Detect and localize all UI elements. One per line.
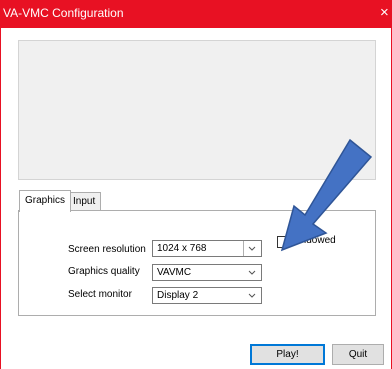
graphics-quality-label: Graphics quality	[68, 266, 140, 277]
select-monitor-select[interactable]: Display 2	[152, 287, 262, 304]
windowed-label[interactable]: Windowed	[289, 235, 336, 246]
window-border-left	[0, 28, 1, 369]
graphics-quality-value: VAVMC	[157, 267, 192, 278]
title-bar: VA-VMC Configuration ×	[0, 0, 392, 28]
graphics-quality-select[interactable]: VAVMC	[152, 264, 262, 281]
play-button[interactable]: Play!	[250, 344, 325, 365]
preview-area	[18, 40, 376, 180]
chevron-down-icon	[248, 293, 256, 298]
chevron-down-icon[interactable]	[243, 241, 261, 256]
close-icon[interactable]: ×	[380, 4, 389, 22]
quit-button[interactable]: Quit	[332, 344, 384, 365]
screen-resolution-label: Screen resolution	[68, 244, 146, 255]
screen-resolution-combobox[interactable]: 1024 x 768	[152, 240, 262, 257]
tab-input[interactable]: Input	[67, 192, 102, 211]
select-monitor-label: Select monitor	[68, 289, 132, 300]
window-title: VA-VMC Configuration	[3, 6, 124, 20]
chevron-down-icon	[248, 270, 256, 275]
windowed-checkbox[interactable]	[277, 236, 289, 248]
screen-resolution-value: 1024 x 768	[157, 243, 207, 254]
select-monitor-value: Display 2	[157, 290, 199, 301]
tab-graphics[interactable]: Graphics	[19, 190, 72, 212]
